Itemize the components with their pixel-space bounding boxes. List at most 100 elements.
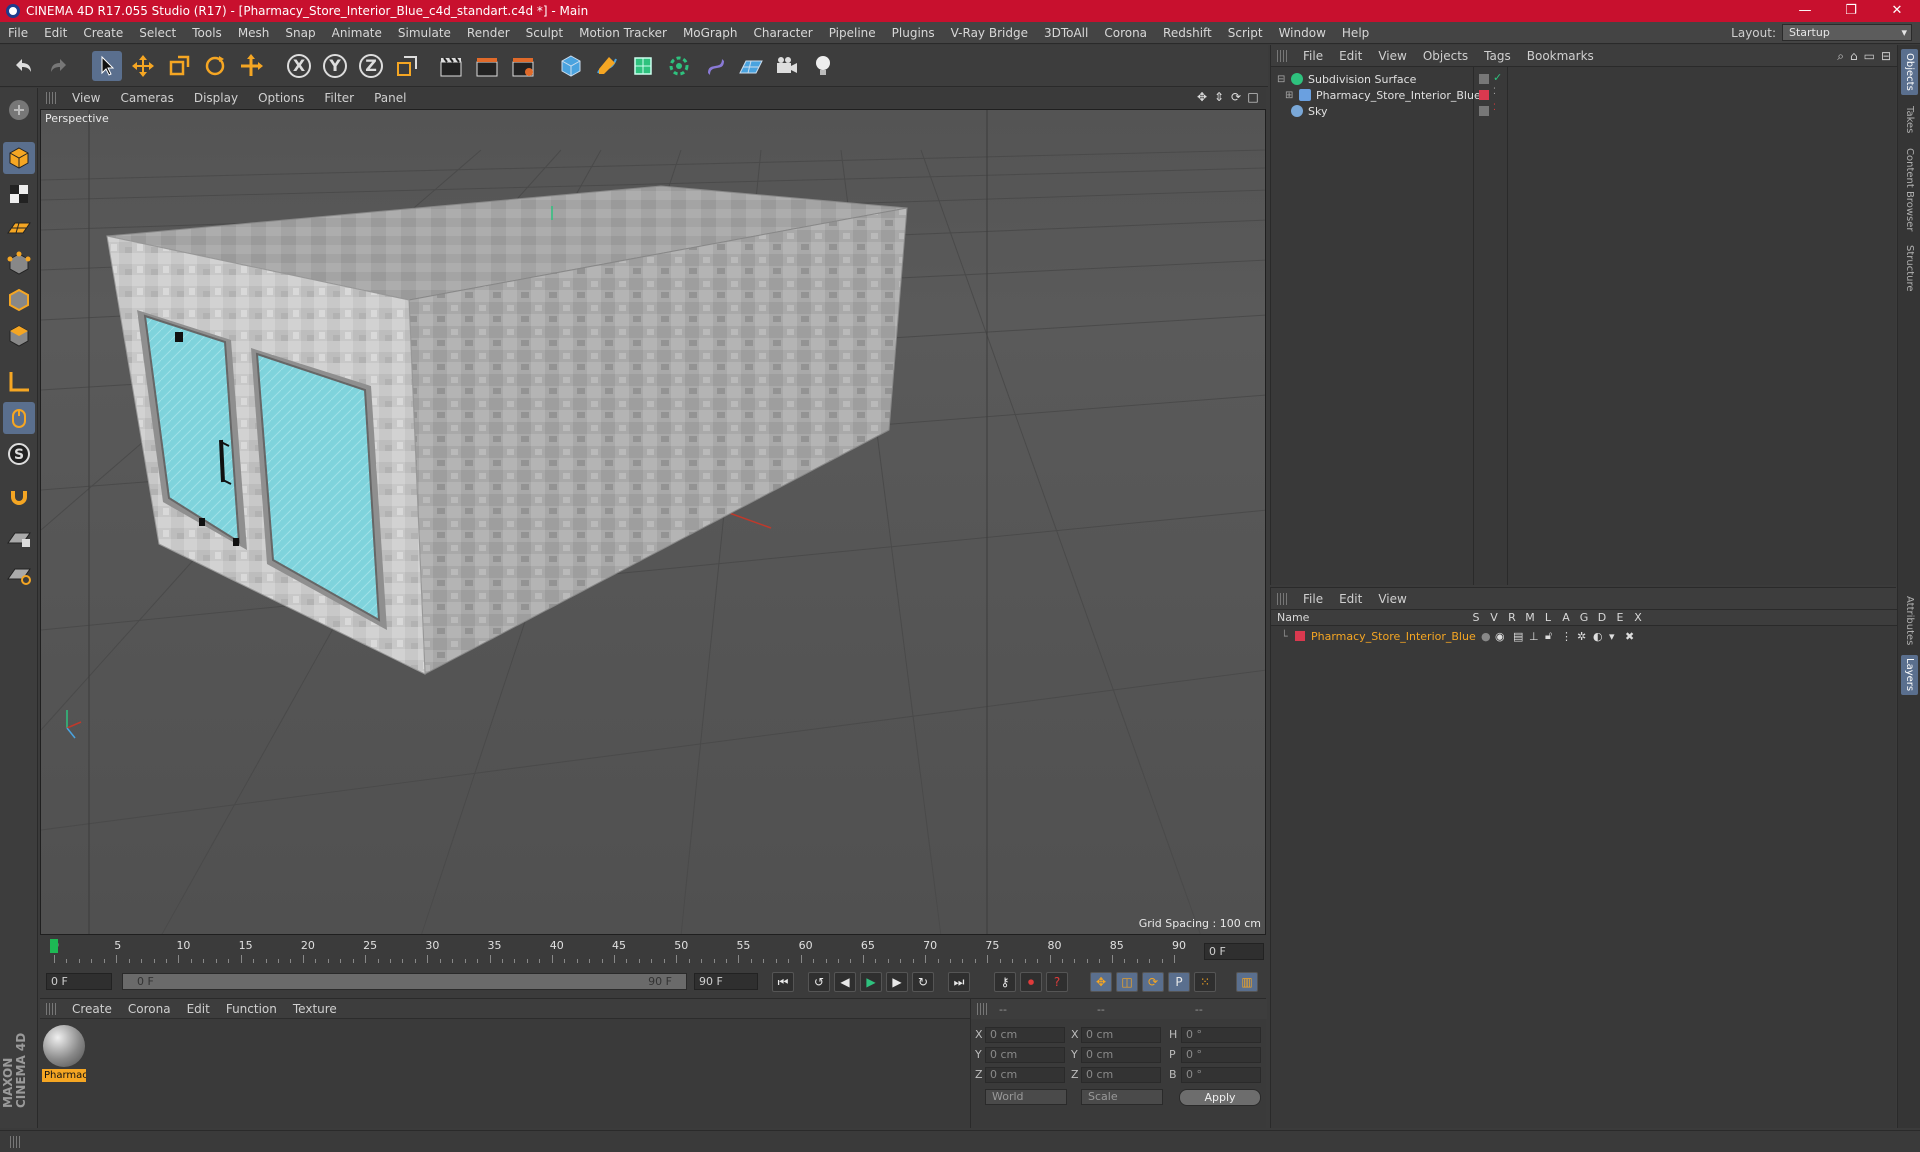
om-menu-tags[interactable]: Tags (1476, 49, 1519, 63)
edges-mode-button[interactable] (3, 284, 35, 316)
cube-object-button[interactable] (556, 51, 586, 81)
size-x-field[interactable]: 0 cm (1081, 1027, 1161, 1043)
next-key-button[interactable]: ↻ (912, 972, 934, 992)
pen-spline-button[interactable] (592, 51, 622, 81)
om-menu-file[interactable]: File (1295, 49, 1331, 63)
menu-redshift[interactable]: Redshift (1155, 26, 1220, 40)
lm-menu-edit[interactable]: Edit (1331, 592, 1370, 606)
manager-icon[interactable]: ⊥ (1529, 630, 1539, 643)
key-pla-button[interactable]: ⁙ (1194, 972, 1216, 992)
expand-toggle-icon[interactable]: ⊞ (1285, 90, 1299, 101)
previous-frame-button[interactable]: ◀ (834, 972, 856, 992)
polygons-mode-button[interactable] (3, 320, 35, 352)
minimize-button[interactable]: — (1782, 0, 1828, 22)
viewport-menu-view[interactable]: View (62, 91, 110, 105)
solo-dot-icon[interactable]: ● (1481, 630, 1491, 643)
layer-name[interactable]: Pharmacy_Store_Interior_Blue (1311, 630, 1476, 643)
undo-button[interactable] (8, 51, 38, 81)
record-button[interactable]: ⏺ (1020, 972, 1042, 992)
layer-color-icon[interactable] (1479, 90, 1489, 100)
previous-key-button[interactable]: ↺ (808, 972, 830, 992)
om-menu-view[interactable]: View (1370, 49, 1414, 63)
material-menu-corona[interactable]: Corona (120, 1002, 179, 1016)
tab-objects[interactable]: Objects (1901, 49, 1918, 95)
rotate-tool-button[interactable] (200, 51, 230, 81)
transform-tool-button[interactable] (236, 51, 266, 81)
key-rotation-button[interactable]: ⟳ (1142, 972, 1164, 992)
render-clapper-icon[interactable]: ▤ (1513, 630, 1523, 643)
size-y-field[interactable]: 0 cm (1081, 1047, 1161, 1063)
col-xref[interactable]: X (1629, 611, 1647, 624)
menu-corona[interactable]: Corona (1096, 26, 1155, 40)
col-name[interactable]: Name (1277, 611, 1309, 624)
home-icon[interactable]: ⌂ (1850, 49, 1858, 64)
om-menu-objects[interactable]: Objects (1415, 49, 1476, 63)
apply-button[interactable]: Apply (1179, 1089, 1261, 1106)
panel-menu-icon[interactable]: ⊟ (1881, 49, 1891, 64)
pos-x-field[interactable]: 0 cm (985, 1027, 1065, 1043)
play-button[interactable]: ▶ (860, 972, 882, 992)
tweak-mode-button[interactable] (3, 402, 35, 434)
material-thumbnail[interactable]: Pharmac (42, 1025, 86, 1082)
col-locked[interactable]: L (1539, 611, 1557, 624)
material-menu-function[interactable]: Function (218, 1002, 285, 1016)
generator-icon[interactable]: ✲ (1577, 630, 1586, 643)
menu-snap[interactable]: Snap (277, 26, 323, 40)
xref-icon[interactable]: ✖ (1625, 630, 1634, 643)
menu-script[interactable]: Script (1220, 26, 1271, 40)
eye-icon[interactable]: ◉ (1495, 630, 1505, 643)
menu-character[interactable]: Character (745, 26, 820, 40)
menu-simulate[interactable]: Simulate (390, 26, 459, 40)
menu-select[interactable]: Select (131, 26, 184, 40)
autokey-button[interactable]: ? (1046, 972, 1068, 992)
restore-button[interactable]: ❐ (1828, 0, 1874, 22)
menu-window[interactable]: Window (1271, 26, 1334, 40)
coordinate-system-button[interactable] (392, 51, 422, 81)
scale-tool-button[interactable] (164, 51, 194, 81)
menu-mesh[interactable]: Mesh (230, 26, 278, 40)
deformer-button[interactable] (700, 51, 730, 81)
perspective-viewport[interactable]: Perspective Grid Spacing : 100 cm (40, 109, 1266, 935)
animation-icon[interactable]: ⋮ (1561, 630, 1572, 643)
tab-takes[interactable]: Takes (1901, 101, 1918, 139)
tab-attributes[interactable]: Attributes (1901, 593, 1918, 649)
viewport-camera-label[interactable]: Perspective (45, 112, 109, 125)
menu-mograph[interactable]: MoGraph (675, 26, 746, 40)
viewport-menu-options[interactable]: Options (248, 91, 314, 105)
viewport-menu-filter[interactable]: Filter (314, 91, 364, 105)
menu-pipeline[interactable]: Pipeline (821, 26, 884, 40)
menu-vray-bridge[interactable]: V-Ray Bridge (943, 26, 1036, 40)
menu-render[interactable]: Render (459, 26, 518, 40)
enabled-check-icon[interactable]: ✓ (1493, 71, 1502, 84)
layer-color-swatch[interactable] (1295, 631, 1305, 641)
material-menu-create[interactable]: Create (64, 1002, 120, 1016)
motion-path-button[interactable]: ⚷ (994, 972, 1016, 992)
redo-button[interactable] (44, 51, 74, 81)
material-menu-edit[interactable]: Edit (179, 1002, 218, 1016)
timeline-window-button[interactable]: ▥ (1236, 972, 1258, 992)
x-axis-lock-button[interactable]: X (284, 51, 314, 81)
camera-object-button[interactable] (772, 51, 802, 81)
select-tool-button[interactable] (92, 51, 122, 81)
key-parameter-button[interactable]: P (1168, 972, 1190, 992)
subdivision-surface-button[interactable] (628, 51, 658, 81)
goto-end-button[interactable]: ⏭ (948, 972, 970, 992)
pos-y-field[interactable]: 0 cm (985, 1047, 1065, 1063)
rot-b-field[interactable]: 0 ° (1181, 1067, 1261, 1083)
col-generators[interactable]: G (1575, 611, 1593, 624)
next-frame-button[interactable]: ▶ (886, 972, 908, 992)
pan-view-icon[interactable]: ✥ (1195, 90, 1209, 104)
model-mode-button[interactable] (3, 142, 35, 174)
dolly-view-icon[interactable]: ⇕ (1212, 90, 1226, 104)
lock-icon[interactable]: 🔓︎ (1545, 629, 1552, 643)
col-deformers[interactable]: D (1593, 611, 1611, 624)
tab-structure[interactable]: Structure (1901, 241, 1918, 295)
menu-file[interactable]: File (0, 26, 36, 40)
menu-edit[interactable]: Edit (36, 26, 75, 40)
snap-button[interactable]: S (3, 438, 35, 470)
col-manager[interactable]: M (1521, 611, 1539, 624)
light-object-button[interactable] (808, 51, 838, 81)
visibility-dots-icon[interactable]: ⁚ (1493, 103, 1496, 113)
viewport-menu-panel[interactable]: Panel (364, 91, 416, 105)
timeline-ruler[interactable]: 051015202530354045505560657075808590 0 F (40, 937, 1266, 967)
